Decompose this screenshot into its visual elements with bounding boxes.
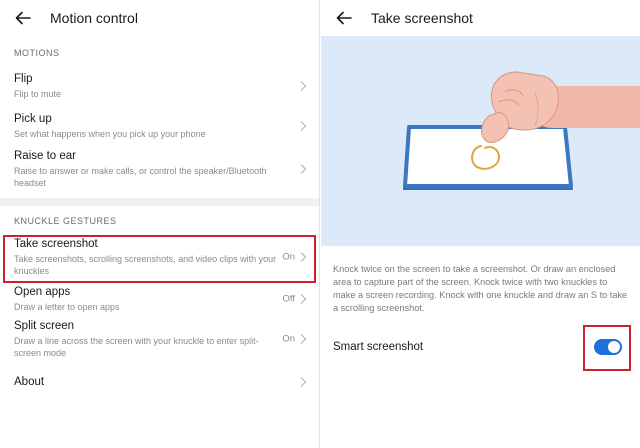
page-title: Motion control [50, 10, 138, 26]
setting-subtitle: Draw a line across the screen with your … [14, 336, 259, 358]
setting-subtitle: Take screenshots, scrolling screenshots,… [14, 254, 277, 276]
chevron-right-icon [300, 294, 307, 304]
illustration-graphic [403, 71, 640, 190]
setting-title: Raise to ear [14, 150, 77, 162]
setting-title: Split screen [14, 320, 75, 332]
setting-item-split-screen[interactable]: Split screen Draw a line across the scre… [0, 316, 319, 362]
setting-item-take-screenshot[interactable]: Take screenshot Take screenshots, scroll… [0, 234, 319, 280]
take-screenshot-panel: Take screenshot Knock twice on the scree… [321, 0, 640, 448]
smart-screenshot-toggle[interactable] [594, 339, 622, 355]
chevron-right-icon [300, 121, 307, 131]
setting-item-pick-up[interactable]: Pick up Set what happens when you pick u… [0, 106, 319, 146]
section-header-motions: MOTIONS [14, 48, 60, 58]
setting-item-about[interactable]: About [0, 364, 319, 400]
chevron-right-icon [300, 81, 307, 91]
setting-title: Flip [14, 73, 33, 85]
chevron-right-icon [300, 164, 307, 174]
chevron-right-icon [300, 377, 307, 387]
motion-control-panel: Motion control MOTIONS Flip Flip to mute… [0, 0, 320, 448]
setting-item-raise-to-ear[interactable]: Raise to ear Raise to answer or make cal… [0, 146, 319, 192]
chevron-right-icon [300, 252, 307, 262]
status-label: On [282, 333, 295, 345]
setting-title: About [14, 375, 45, 388]
smart-screenshot-row[interactable]: Smart screenshot [321, 330, 640, 366]
status-label: On [282, 251, 295, 263]
page-title: Take screenshot [371, 10, 473, 26]
knuckle-gesture-illustration [321, 36, 640, 246]
back-arrow-icon[interactable] [335, 9, 353, 27]
back-arrow-icon[interactable] [14, 9, 32, 27]
section-header-knuckle-gestures: KNUCKLE GESTURES [14, 216, 117, 226]
feature-description: Knock twice on the screen to take a scre… [333, 264, 628, 313]
chevron-right-icon [300, 334, 307, 344]
setting-item-flip[interactable]: Flip Flip to mute [0, 66, 319, 106]
setting-subtitle: Flip to mute [14, 89, 62, 99]
app-bar: Motion control [0, 0, 319, 36]
setting-title: Pick up [14, 113, 52, 125]
app-bar: Take screenshot [321, 0, 640, 36]
toggle-knob [608, 341, 620, 353]
setting-title: Take screenshot [14, 238, 98, 250]
status-label: Off [282, 293, 296, 305]
smart-screenshot-label: Smart screenshot [333, 341, 424, 353]
setting-subtitle: Set what happens when you pick up your p… [14, 129, 206, 139]
setting-subtitle: Draw a letter to open apps [14, 302, 120, 312]
setting-subtitle: Raise to answer or make calls, or contro… [14, 166, 267, 188]
setting-item-open-apps[interactable]: Open apps Draw a letter to open apps Off [0, 284, 319, 314]
setting-title: Open apps [14, 286, 71, 298]
section-divider [0, 198, 319, 206]
